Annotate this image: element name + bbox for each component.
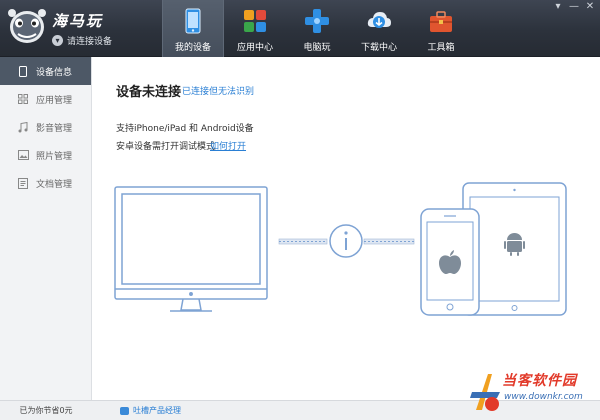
sidebar-item-photo-management[interactable]: 照片管理 (0, 141, 91, 169)
device-panel: 设备未连接 已连接但无法识别 支持iPhone/iPad 和 Android设备… (92, 57, 600, 400)
app-grid-icon (244, 10, 266, 32)
photo-icon (17, 149, 29, 161)
main-nav: 我的设备 应用中心 电脑玩 下载中心 工具箱 (162, 0, 472, 57)
tab-my-device[interactable]: 我的设备 (162, 0, 224, 57)
sidebar-item-document-management[interactable]: 文档管理 (0, 169, 91, 197)
sidebar-item-device-info[interactable]: 设备信息 (0, 57, 91, 85)
info-icon (329, 224, 363, 258)
gamepad-icon (305, 9, 329, 33)
sidebar: 设备信息 应用管理 影音管理 照片管理 文档管理 (0, 57, 92, 400)
tab-label: 工具箱 (427, 43, 455, 53)
chat-bubble-icon (120, 406, 129, 415)
cloud-download-icon (367, 12, 391, 28)
monitor-icon (114, 186, 268, 312)
watermark-url: www.downkr.com (504, 392, 583, 402)
tab-label: 我的设备 (174, 43, 211, 53)
cable-right (363, 238, 415, 245)
connection-illustration (114, 182, 567, 316)
cable-left (278, 238, 328, 245)
dropdown-menu-button[interactable]: ▾ (550, 0, 566, 14)
phone-icon (17, 65, 29, 77)
watermark-text: 当客软件园 (502, 373, 577, 389)
minimize-button[interactable]: — (566, 0, 582, 14)
arrow-down-circle-icon: ▾ (52, 34, 63, 46)
hippo-logo-icon (8, 9, 46, 43)
debug-mode-hint: 安卓设备需打开调试模式 (116, 142, 216, 152)
title-bar: 海马玩 ▾ 请连接设备 我的设备 应用中心 电脑玩 下载中心 工具箱 ▾ — ✕ (0, 0, 600, 57)
connect-device-status[interactable]: ▾ 请连接设备 (52, 33, 112, 47)
toolbox-icon (430, 11, 452, 32)
document-icon (17, 177, 29, 189)
sidebar-item-label: 照片管理 (36, 151, 73, 162)
tab-pc-play[interactable]: 电脑玩 (286, 0, 348, 57)
tab-toolbox[interactable]: 工具箱 (410, 0, 472, 57)
brand: 海马玩 ▾ 请连接设备 (6, 5, 156, 51)
tab-label: 电脑玩 (303, 43, 331, 53)
how-to-open-link[interactable]: 如何打开 (210, 139, 246, 152)
phone-icon (185, 8, 201, 34)
savings-text: 已为你节省0元 (19, 406, 73, 415)
sidebar-item-label: 文档管理 (36, 179, 73, 190)
app-title: 海马玩 (52, 12, 104, 30)
sidebar-item-app-management[interactable]: 应用管理 (0, 85, 91, 113)
tab-label: 应用中心 (236, 43, 273, 53)
sidebar-item-label: 应用管理 (36, 95, 73, 106)
watermark-logo-icon (470, 374, 500, 411)
page-title: 设备未连接 (116, 85, 182, 100)
connected-unrecognized-link[interactable]: 已连接但无法识别 (182, 84, 254, 97)
feedback-label: 吐槽产品经理 (133, 406, 181, 415)
tab-label: 下载中心 (360, 43, 397, 53)
sidebar-item-media-management[interactable]: 影音管理 (0, 113, 91, 141)
sidebar-item-label: 设备信息 (36, 67, 73, 78)
tab-app-center[interactable]: 应用中心 (224, 0, 286, 57)
sidebar-item-label: 影音管理 (36, 123, 73, 134)
iphone-icon (420, 208, 480, 316)
close-button[interactable]: ✕ (582, 0, 598, 14)
watermark: 当客软件园 www.downkr.com (470, 368, 600, 420)
feedback-link[interactable]: 吐槽产品经理 (120, 401, 181, 420)
support-description: 支持iPhone/iPad 和 Android设备 (116, 124, 254, 134)
tab-download-center[interactable]: 下载中心 (348, 0, 410, 57)
grid-icon (17, 93, 29, 105)
connect-device-label: 请连接设备 (67, 36, 113, 47)
window-controls: ▾ — ✕ (550, 0, 598, 14)
music-note-icon (17, 121, 29, 133)
